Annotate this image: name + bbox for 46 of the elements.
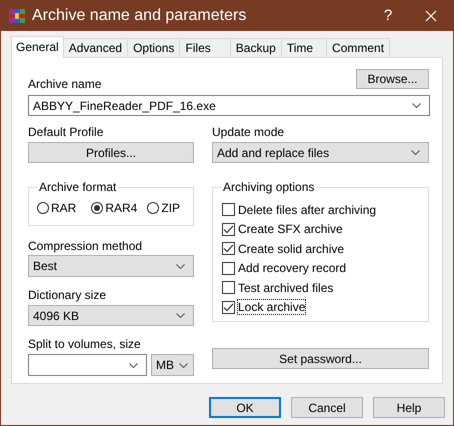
- chevron-down-icon: [411, 150, 420, 155]
- field-label: Dictionary size: [28, 288, 108, 302]
- dropdown[interactable]: 4096 KB: [28, 305, 194, 326]
- volume-size-field[interactable]: [28, 354, 147, 376]
- dialog-button[interactable]: OK: [209, 397, 281, 418]
- tab[interactable]: General: [11, 36, 64, 58]
- check-icon: [223, 244, 234, 254]
- dropdown[interactable]: Add and replace files: [212, 142, 429, 163]
- group-title: Archive format: [37, 180, 118, 194]
- check-icon: [223, 224, 234, 234]
- chevron-down-icon: [176, 313, 185, 318]
- browse-button[interactable]: Browse...: [356, 69, 429, 89]
- field-label: Default Profile: [28, 125, 104, 139]
- dropdown[interactable]: MB: [151, 354, 194, 376]
- dialog-button[interactable]: Help: [373, 397, 445, 418]
- checkbox-option[interactable]: Delete files after archiving: [222, 200, 428, 220]
- chevron-down-icon: [129, 362, 138, 368]
- dropdown[interactable]: Best: [28, 255, 194, 277]
- field-label: Compression method: [28, 239, 144, 253]
- radio-option[interactable]: RAR4: [91, 201, 138, 215]
- tab[interactable]: Options: [127, 38, 180, 57]
- chevron-down-icon: [179, 362, 188, 368]
- dialog-button[interactable]: Cancel: [291, 397, 363, 418]
- chevron-down-icon: [412, 103, 421, 108]
- help-button[interactable]: ?: [368, 0, 408, 31]
- tab[interactable]: Comment: [326, 38, 390, 57]
- radio-option[interactable]: ZIP: [147, 201, 180, 215]
- field-label: Update mode: [212, 125, 286, 139]
- set-password-button[interactable]: Set password...: [212, 348, 429, 369]
- close-icon: [425, 10, 437, 22]
- archive-name-field[interactable]: ABBYY_FineReader_PDF_16.exe: [28, 95, 430, 116]
- radio-option[interactable]: RAR: [37, 201, 76, 215]
- checkbox-option[interactable]: Test archived files: [222, 278, 428, 298]
- checkbox-option[interactable]: Add recovery record: [222, 258, 428, 278]
- field-label: Archive name: [28, 77, 102, 91]
- checkbox-option[interactable]: Create SFX archive: [222, 220, 428, 239]
- checkbox-option[interactable]: Create solid archive: [222, 239, 428, 258]
- profiles-button[interactable]: Profiles...: [28, 142, 194, 163]
- tab[interactable]: Backup: [230, 38, 282, 57]
- group-title: Archiving options: [221, 180, 316, 194]
- app-icon: [9, 8, 25, 24]
- field-label: Split to volumes, size: [28, 337, 142, 351]
- chevron-down-icon: [176, 264, 185, 268]
- window-title: Archive name and parameters: [32, 6, 246, 24]
- checkbox-option[interactable]: Lock archive: [222, 298, 428, 317]
- check-icon: [223, 302, 234, 312]
